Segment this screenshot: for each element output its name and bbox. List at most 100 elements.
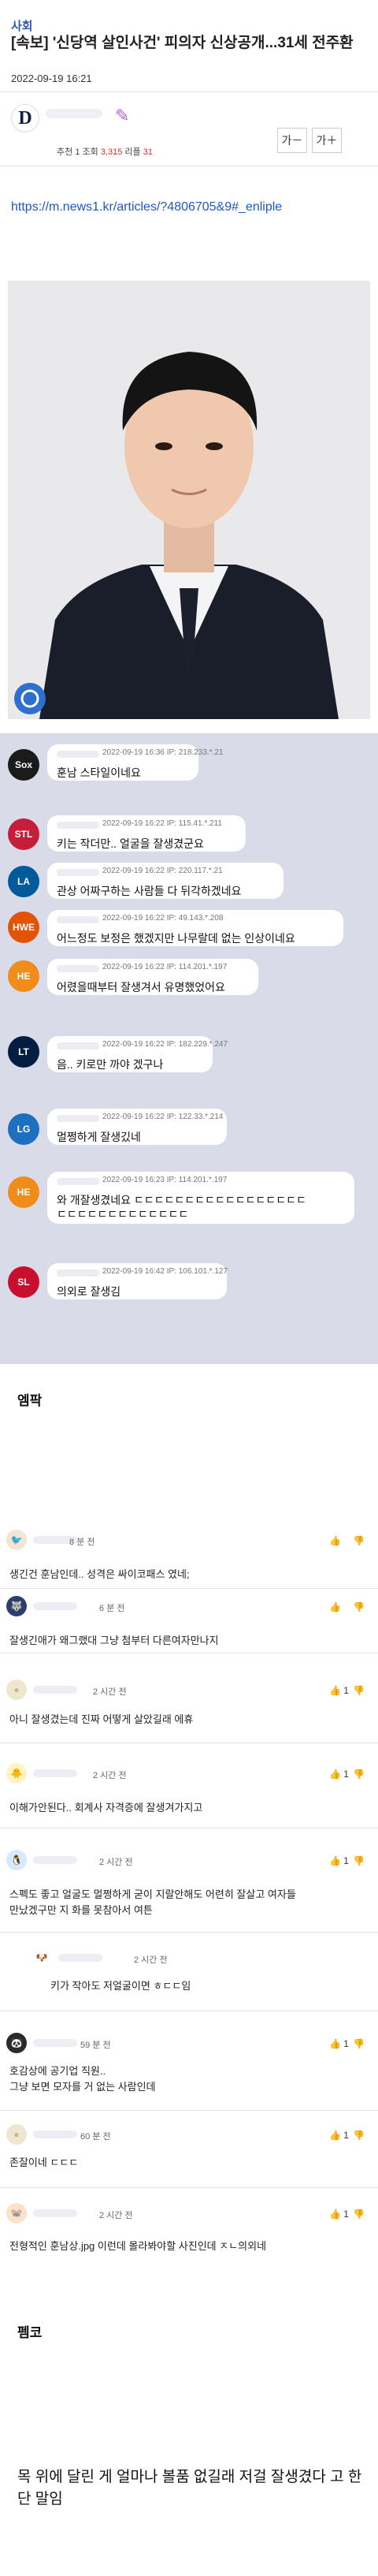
team-logo-icon: D	[11, 104, 39, 132]
post-title: [속보] '신당역 살인사건' 피의자 신상공개...31세 전주환	[11, 35, 354, 51]
like-button[interactable]: 👍 1	[329, 2038, 349, 2049]
commenter-nickname[interactable]	[33, 1602, 77, 1610]
commenter-nickname[interactable]	[57, 965, 99, 972]
avatar: 🐶	[32, 1948, 52, 1968]
comment-meta: 2022-09-19 16:22 IP: 114.201.*.197	[102, 963, 228, 971]
comment-text: 스펙도 좋고 얼굴도 멀쩡하게 굳이 지랄안해도 어련히 잘살고 여자들	[9, 1888, 296, 1900]
like-button[interactable]: 👍	[329, 1535, 341, 1546]
team-logo-icon: Sox	[8, 749, 39, 781]
like-button[interactable]: 👍 1	[329, 2130, 349, 2141]
comment-text: 이해가안된다.. 회계사 자격증에 잘생겨가지고	[9, 1802, 203, 1814]
commenter-nickname[interactable]	[33, 2039, 77, 2047]
font-decrease-button[interactable]: 가－	[277, 128, 307, 153]
comment-bubble[interactable]: 2022-09-19 16:22 IP: 220.117.*.21 관상 어짜구…	[47, 863, 284, 899]
comment-text: 생긴건 훈남인데.. 성격은 싸이코패스 였네;	[9, 1568, 190, 1580]
comment-bubble[interactable]: 2022-09-19 16:22 IP: 49.143.*.208 어느정도 보…	[47, 910, 343, 946]
commenter-nickname[interactable]	[57, 869, 99, 876]
comment-bubble[interactable]: 2022-09-19 16:22 IP: 114.201.*.197 어렸을때부…	[47, 959, 258, 995]
comment-text-continued: 그냥 보면 모자를 거 없는 사람인데	[9, 2081, 156, 2093]
comment-text-continued: ㄷㄷㄷㄷㄷㄷㄷㄷㄷㄷㄷㄷㄷ	[57, 1208, 189, 1221]
comment-text: 어렸을때부터 잘생겨서 유명했었어요	[57, 981, 225, 993]
font-increase-button[interactable]: 가＋	[312, 128, 342, 153]
commenter-nickname[interactable]	[33, 2209, 77, 2217]
avatar: 🐭	[6, 2203, 27, 2224]
dislike-button[interactable]: 👎	[353, 1855, 365, 1866]
team-logo-icon: SL	[8, 1266, 39, 1298]
suspect-photo	[8, 281, 370, 719]
like-button[interactable]: 👍 1	[329, 1855, 349, 1866]
avatar: 🐥	[6, 1763, 27, 1784]
commenter-nickname[interactable]	[57, 822, 99, 829]
comment-text-continued: 만났겠구만 지 화를 못참아서 여튼	[9, 1904, 153, 1916]
divider	[0, 1588, 378, 1589]
commenter-nickname[interactable]	[33, 1769, 77, 1777]
like-button[interactable]: 👍	[329, 1601, 341, 1612]
dislike-button[interactable]: 👎	[353, 1685, 365, 1696]
comment-time: 2 시간 전	[134, 1955, 168, 1965]
commenter-nickname[interactable]	[33, 1856, 77, 1864]
comment-bubble[interactable]: 2022-09-19 16:23 IP: 114.201.*.197 와 개잘생…	[47, 1172, 354, 1224]
author-nickname[interactable]	[46, 109, 102, 118]
recommend-count: 1	[75, 147, 80, 157]
article-link[interactable]: https://m.news1.kr/articles/?4806705&9#_…	[11, 200, 282, 214]
comment-time: 2 시간 전	[93, 1771, 127, 1780]
dislike-button[interactable]: 👎	[353, 2209, 365, 2220]
commenter-nickname[interactable]	[33, 2131, 77, 2138]
commenter-nickname[interactable]	[57, 1042, 99, 1049]
avatar: 🐺	[6, 1596, 27, 1616]
team-logo-icon: HE	[8, 1176, 39, 1208]
comment-text: 키가 작아도 저얼굴이면 ㅎㄷㄷ임	[50, 1980, 191, 1992]
comment-time: 59 분 전	[80, 2041, 111, 2050]
comment-bubble[interactable]: 2022-09-19 16:42 IP: 106.101.*.127 의외로 잘…	[47, 1263, 228, 1299]
commenter-nickname[interactable]	[57, 1178, 99, 1185]
post-stats: 추천 1 조회 3,315 리플 31	[57, 147, 153, 157]
comment-bubble[interactable]: 2022-09-19 16:22 IP: 182.229.*.247 음.. 키…	[47, 1036, 228, 1072]
dislike-button[interactable]: 👎	[353, 1601, 365, 1612]
dislike-button[interactable]: 👎	[353, 1769, 365, 1780]
post-date: 2022-09-19 16:21	[11, 73, 92, 84]
avatar: 🐧	[6, 1850, 27, 1870]
divider	[0, 1932, 378, 1933]
dislike-button[interactable]: 👎	[353, 1535, 365, 1546]
comment-text: 와 개잘생겼네요 ㄷㄷㄷㄷㄷㄷㄷㄷㄷㄷㄷㄷㄷㄷㄷㄷㄷ	[57, 1194, 306, 1206]
comment-text: 전형적인 훈남상.jpg 이런데 몰라봐야할 사진인데 ㅈㄴ의외네	[9, 2240, 267, 2252]
divider	[0, 91, 378, 92]
comment-meta: 2022-09-19 16:22 IP: 182.229.*.247	[102, 1040, 228, 1049]
comment-bubble[interactable]: 2022-09-19 16:22 IP: 122.33.*.214 멀쩡하게 잘…	[47, 1109, 227, 1145]
section-heading: 엠팍	[17, 1393, 43, 1408]
comment-meta: 2022-09-19 16:36 IP: 218.233.*.21	[102, 748, 224, 757]
comment-bubble[interactable]: 2022-09-19 16:36 IP: 218.233.*.21 훈남 스타일…	[47, 744, 223, 781]
comment-text: 훈남 스타일이네요	[57, 766, 141, 779]
comment-time: 2 시간 전	[99, 1858, 133, 1867]
like-button[interactable]: 👍 1	[329, 1685, 349, 1696]
comment-text: 의외로 잘생김	[57, 1285, 121, 1298]
comment-text: 키는 작더만.. 얼굴을 잘생겼군요	[57, 837, 204, 850]
view-count: 3,315	[100, 147, 123, 157]
commenter-nickname[interactable]	[57, 916, 99, 923]
team-logo-icon: LT	[8, 1036, 39, 1068]
comment-meta: 2022-09-19 16:42 IP: 106.101.*.127	[102, 1267, 228, 1276]
team-logo-icon: HWE	[8, 911, 39, 943]
comment-time: 8 분 전	[69, 1538, 95, 1547]
divider	[0, 2187, 378, 2188]
comment-text: 멀쩡하게 잘생깄네	[57, 1131, 141, 1143]
dislike-button[interactable]: 👎	[353, 2130, 365, 2141]
category-label[interactable]: 사회	[11, 17, 33, 34]
commenter-nickname[interactable]	[57, 1269, 99, 1277]
comment-text: 아니 잘생겼는데 진짜 어떻게 살았길래 에휴	[9, 1713, 194, 1725]
commenter-nickname[interactable]	[57, 751, 99, 758]
dislike-button[interactable]: 👎	[353, 2038, 365, 2049]
team-logo-icon: HE	[8, 960, 39, 992]
comment-meta: 2022-09-19 16:23 IP: 114.201.*.197	[102, 1176, 228, 1184]
comment-meta: 2022-09-19 16:22 IP: 220.117.*.21	[102, 867, 223, 875]
divider	[0, 1828, 378, 1829]
commenter-nickname[interactable]	[57, 1115, 99, 1122]
comment-meta: 2022-09-19 16:22 IP: 122.33.*.214	[102, 1113, 224, 1121]
commenter-nickname[interactable]	[58, 1954, 102, 1962]
like-button[interactable]: 👍 1	[329, 1769, 349, 1780]
commenter-nickname[interactable]	[33, 1686, 77, 1694]
writer-badge-icon: ✎	[115, 106, 130, 125]
comment-bubble[interactable]: 2022-09-19 16:22 IP: 115.41.*.211 키는 작더만…	[47, 815, 246, 852]
avatar: ●	[6, 2124, 27, 2145]
like-button[interactable]: 👍 1	[329, 2209, 349, 2220]
